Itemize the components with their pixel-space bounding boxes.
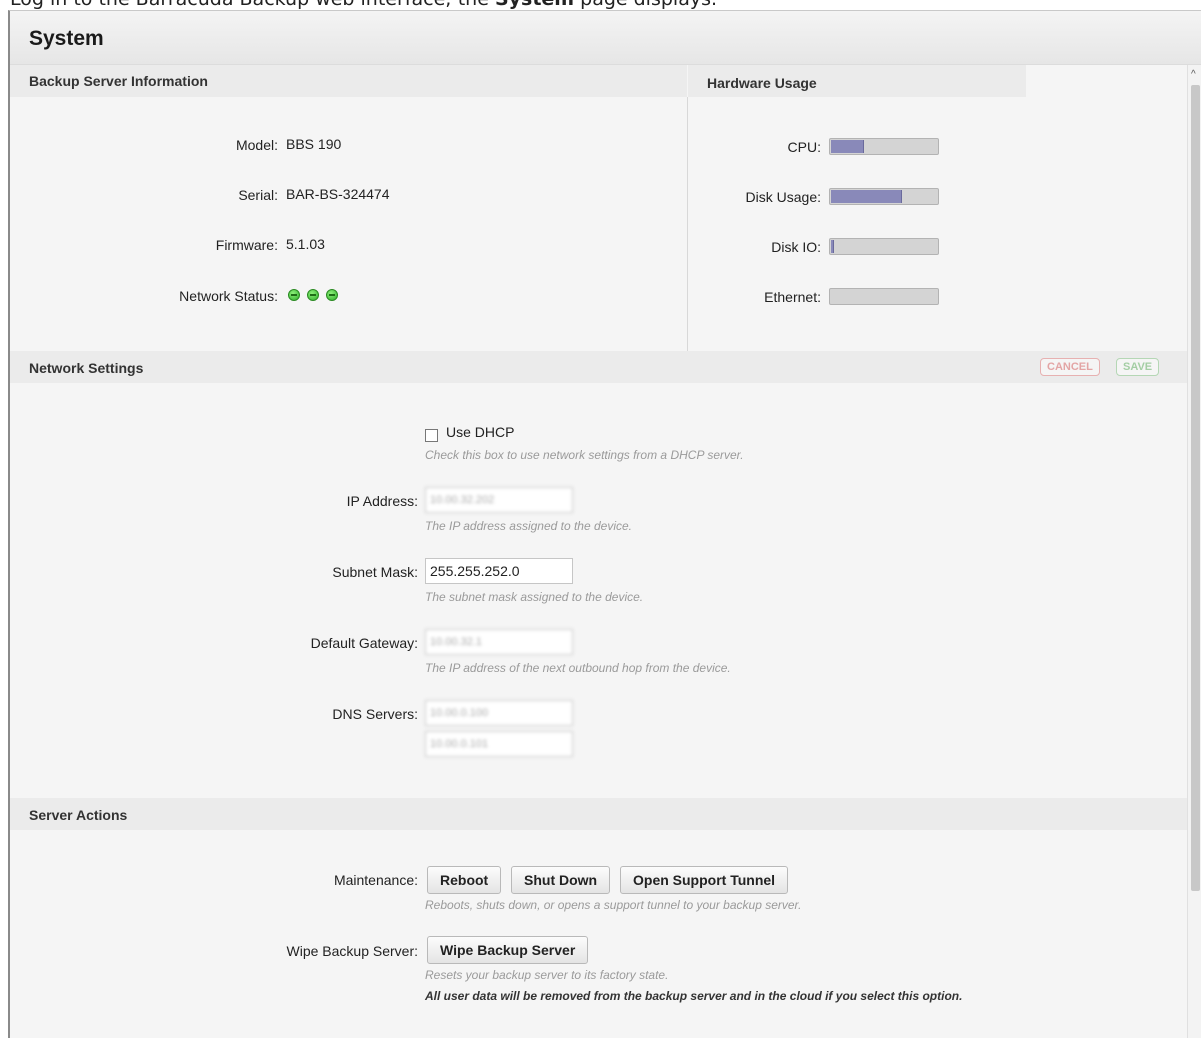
hardware-usage-header: Hardware Usage: [688, 65, 1026, 97]
shut-down-button[interactable]: Shut Down: [511, 866, 611, 894]
maintenance-hint: Reboots, shuts down, or opens a support …: [425, 898, 802, 912]
wipe-hint: Resets your backup server to its factory…: [425, 968, 669, 982]
wipe-backup-server-button[interactable]: Wipe Backup Server: [427, 936, 589, 964]
vertical-scrollbar[interactable]: ^: [1187, 65, 1201, 1038]
hardware-meter-bar: [829, 188, 939, 205]
open-support-tunnel-button[interactable]: Open Support Tunnel: [620, 866, 789, 894]
dns-primary-input[interactable]: [425, 700, 573, 726]
page-header: System: [10, 11, 1201, 65]
firmware-value: 5.1.03: [286, 236, 325, 252]
server-info-heading: Backup Server Information: [29, 73, 208, 89]
network-settings-header: Network Settings CANCEL SAVE: [10, 351, 1187, 383]
network-settings-heading: Network Settings: [29, 360, 144, 376]
network-status-dot-icon: [326, 289, 338, 301]
maintenance-label: Maintenance:: [333, 872, 418, 888]
network-status-dot-icon: [288, 289, 300, 301]
serial-label: Serial:: [238, 187, 278, 203]
network-status-label: Network Status:: [179, 288, 278, 304]
cancel-button[interactable]: CANCEL: [1040, 358, 1100, 376]
scroll-up-arrow-icon[interactable]: ^: [1191, 69, 1196, 80]
hardware-meter-bar: [829, 238, 939, 255]
hardware-meter-label: Disk IO:: [771, 239, 821, 255]
hardware-meter-bar: [829, 288, 939, 305]
reboot-button[interactable]: Reboot: [427, 866, 502, 894]
dns-secondary-input[interactable]: [425, 731, 573, 757]
dns-servers-label: DNS Servers:: [332, 706, 418, 722]
use-dhcp-label[interactable]: Use DHCP: [446, 424, 514, 440]
model-label: Model:: [235, 137, 278, 153]
hardware-meter-label: Disk Usage:: [745, 189, 821, 205]
default-gateway-hint: The IP address of the next outbound hop …: [425, 661, 731, 675]
hardware-meter-bar: [829, 138, 939, 155]
server-info-header: Backup Server Information: [10, 65, 687, 97]
server-actions-heading: Server Actions: [29, 807, 128, 823]
subnet-mask-input[interactable]: [425, 558, 573, 584]
system-page: System ^ Backup Server Information Hardw…: [8, 10, 1201, 1038]
serial-value: BAR-BS-324474: [286, 186, 390, 202]
ip-address-label: IP Address:: [346, 493, 418, 509]
scrollbar-thumb[interactable]: [1191, 85, 1200, 891]
server-actions-header: Server Actions: [10, 798, 1187, 830]
hardware-meter-label: Ethernet:: [764, 289, 821, 305]
hardware-meter-fill: [831, 140, 864, 153]
use-dhcp-checkbox[interactable]: [425, 429, 438, 442]
model-value: BBS 190: [286, 136, 342, 152]
save-button[interactable]: SAVE: [1116, 358, 1160, 376]
wipe-backup-server-label: Wipe Backup Server:: [286, 943, 419, 959]
default-gateway-label: Default Gateway:: [310, 635, 418, 651]
wipe-warning: All user data will be removed from the b…: [425, 989, 963, 1003]
document-caption: Log in to the Barracuda Backup web inter…: [10, 0, 717, 10]
page-title: System: [29, 27, 104, 50]
hardware-meter-label: CPU:: [787, 139, 821, 155]
firmware-label: Firmware:: [215, 237, 278, 253]
subnet-mask-hint: The subnet mask assigned to the device.: [425, 590, 644, 604]
subnet-mask-label: Subnet Mask:: [332, 564, 418, 580]
hardware-meter-fill: [831, 190, 902, 203]
hardware-usage-heading: Hardware Usage: [707, 75, 817, 91]
ip-address-input[interactable]: [425, 487, 573, 513]
ip-address-hint: The IP address assigned to the device.: [425, 519, 633, 533]
hardware-meter-fill: [831, 240, 834, 253]
network-status-dot-icon: [307, 289, 319, 301]
section-divider: [687, 97, 688, 351]
dhcp-hint: Check this box to use network settings f…: [425, 448, 744, 462]
default-gateway-input[interactable]: [425, 629, 573, 655]
